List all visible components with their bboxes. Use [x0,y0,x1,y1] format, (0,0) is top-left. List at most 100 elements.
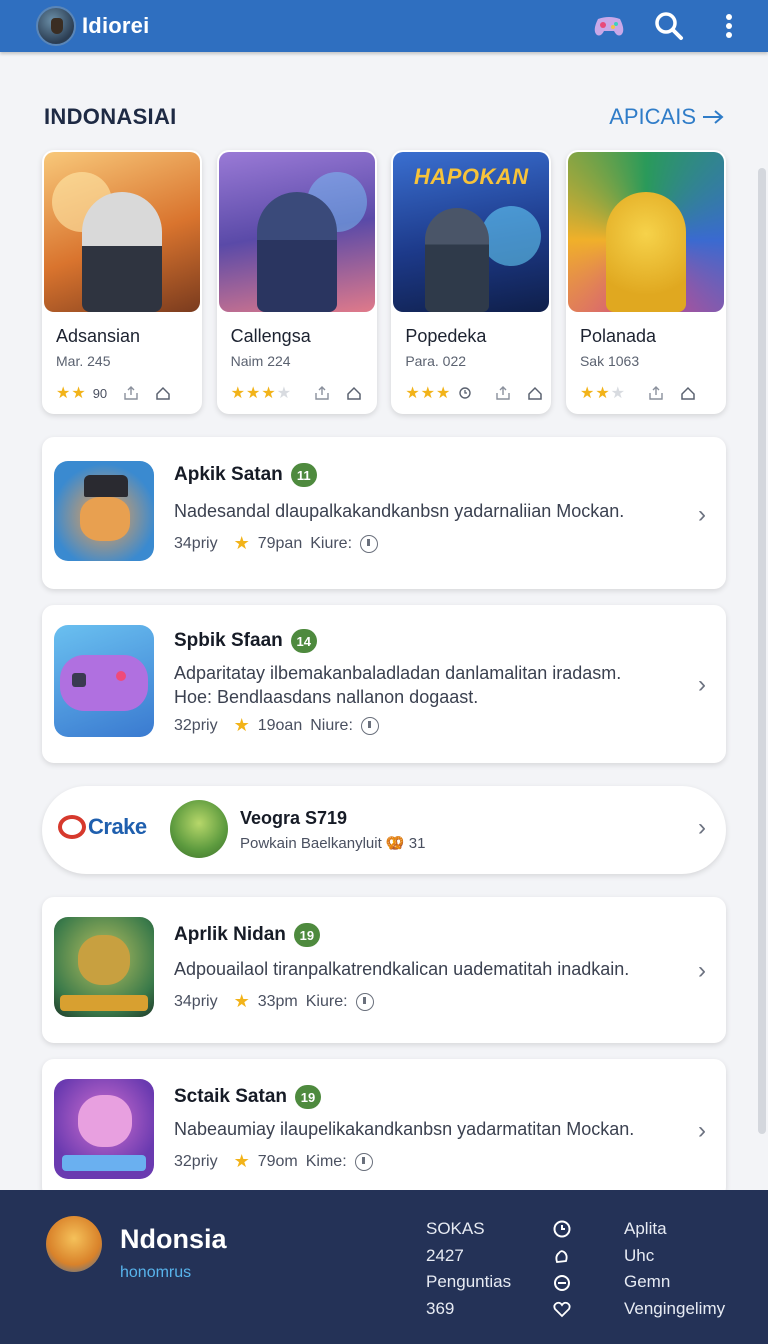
app-description-line2: Hoe: Bendlaasdans nallanon dogaast. [174,687,479,707]
version-badge: 11 [290,463,317,487]
featured-card[interactable]: Polanada Sak 1063 ★★★ [565,150,726,414]
footer-link[interactable]: Aplita [624,1216,725,1243]
app-title: Idiorei [82,13,150,38]
home-icon[interactable] [155,385,171,401]
featured-card[interactable]: HAPOKAN Popedeka Para. 022 ★★★ [391,150,552,414]
top-app-bar: Idiorei [0,0,768,52]
stat-label: Penguntias [426,1272,512,1291]
featured-sub: Naim 224 [230,353,291,369]
clock-icon[interactable] [552,1216,574,1243]
rating-stars: ★★★ [579,385,626,402]
chevron-right-icon: › [698,501,706,528]
featured-carousel: Adsansian Mar. 245 ★★ 90 Callengsa Naim … [42,150,726,414]
star-icon: ★ [233,533,250,553]
app-meta-label: Niure: [310,716,353,734]
app-meta-label: Kime: [305,1152,347,1170]
section-title: INDONASIAI [44,104,177,129]
brand-q-icon [58,815,86,839]
section-header: INDONASIAI APICAIS [44,104,724,130]
featured-sub: Sak 1063 [579,353,640,369]
arrow-right-icon [703,110,724,124]
app-score: 79pan [257,534,303,552]
share-icon[interactable] [123,385,139,401]
promo-banner[interactable]: Crake Veogra S719 Powkain Baelkanyluit 🥨… [42,786,726,874]
app-title: Sctaik Satan [174,1086,287,1107]
app-description: Nabeaumiay ilaupelikakandkanbsn yadarmat… [174,1119,635,1139]
brand-name: Crake [88,814,147,839]
featured-name: Polanada [579,326,657,346]
featured-card[interactable]: Callengsa Naim 224 ★★★★ [216,150,377,414]
list-item[interactable]: Apkik Satan 11 Nadesandal dlaupalkakandk… [42,437,726,589]
timer-icon[interactable] [552,1269,574,1296]
download-icon[interactable] [354,1152,373,1171]
featured-sub: Para. 022 [405,353,467,369]
app-meta-label: Kiure: [305,992,348,1010]
list-item[interactable]: Aprlik Nidan 19 Adpouailaol tiranpalkatr… [42,897,726,1043]
timer-icon [459,387,472,399]
list-item[interactable]: Spbik Sfaan 14 Adparitatay ilbemakanbala… [42,605,726,763]
see-all-link[interactable]: APICAIS [609,104,724,130]
share-icon[interactable] [314,385,330,401]
rating-stars: ★★ [56,385,87,402]
game-art-robot [218,152,375,312]
stat-value: 2427 [426,1245,464,1265]
footer-stats: SOKAS 2427 Penguntias 369 [426,1216,511,1322]
game-art-hapokan: HAPOKAN [393,152,550,312]
rating-stars: ★★★★ [230,385,293,402]
app-logo[interactable] [36,6,76,46]
app-thumbnail [54,917,154,1017]
footer-link[interactable]: Gemn [624,1269,725,1296]
promo-subtitle: Powkain Baelkanyluit 🥨 31 [240,835,426,852]
profile-subtitle[interactable]: honomrus [120,1264,191,1282]
profile-avatar[interactable] [46,1216,102,1272]
featured-name: Callengsa [230,326,311,346]
home-icon[interactable] [346,385,362,401]
footer: Ndonsia honomrus SOKAS 2427 Penguntias 3… [0,1190,768,1344]
app-thumbnail [54,461,154,561]
featured-name: Adsansian [56,326,141,346]
featured-card[interactable]: Adsansian Mar. 245 ★★ 90 [42,150,202,414]
stat-label: SOKAS [426,1219,485,1238]
promo-avatar [170,800,228,858]
share-icon[interactable] [495,385,511,401]
home-icon[interactable] [527,385,543,401]
star-icon: ★ [233,991,250,1011]
app-size: 34priy [174,992,218,1010]
chevron-right-icon: › [698,1117,706,1144]
footer-icons [552,1216,574,1322]
scrollbar[interactable] [758,168,766,1134]
featured-name: Popedeka [405,326,487,346]
download-icon[interactable] [360,716,379,735]
app-title: Aprlik Nidan [174,924,286,945]
download-icon[interactable] [355,992,374,1011]
gamepad-icon[interactable] [592,9,626,43]
list-item[interactable]: Sctaik Satan 19 Nabeaumiay ilaupelikakan… [42,1059,726,1199]
home-icon[interactable] [680,385,696,401]
footer-link[interactable]: Vengingelimy [624,1296,725,1323]
share-icon[interactable] [648,385,664,401]
app-score: 79om [257,1152,298,1170]
game-art-yellow-creature [567,152,724,312]
hand-icon[interactable] [552,1243,574,1270]
chevron-right-icon: › [698,957,706,984]
stat-value: 369 [426,1298,455,1318]
game-art-raccoon [44,152,200,312]
see-all-label: APICAIS [609,104,696,129]
more-vertical-icon[interactable] [712,9,746,43]
version-badge: 19 [295,1085,321,1109]
app-thumbnail [54,1079,154,1179]
heart-icon[interactable] [552,1296,574,1323]
profile-name: Ndonsia [120,1224,227,1254]
app-description: Nadesandal dlaupalkakandkanbsn yadarnali… [174,501,625,521]
search-icon[interactable] [652,9,686,43]
app-score: 19oan [257,716,303,734]
chevron-right-icon: › [698,671,706,698]
footer-links: Aplita Uhc Gemn Vengingelimy [624,1216,725,1322]
version-badge: 14 [290,629,317,653]
footer-link[interactable]: Uhc [624,1243,725,1270]
star-icon: ★ [233,715,250,735]
app-size: 32priy [174,1152,218,1170]
app-thumbnail [54,625,154,737]
download-icon[interactable] [360,534,379,553]
app-title: Spbik Sfaan [174,630,283,651]
